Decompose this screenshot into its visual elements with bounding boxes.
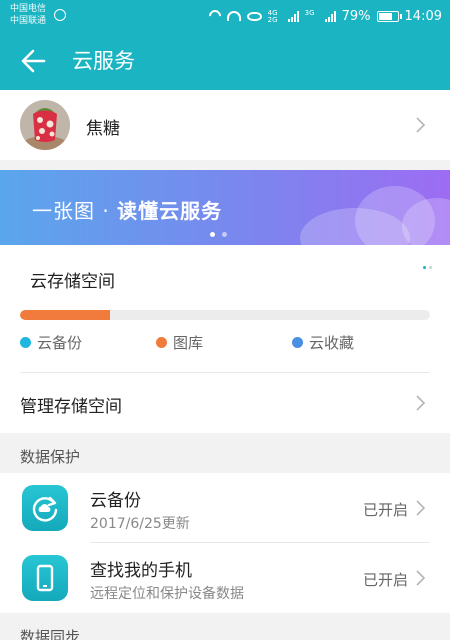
legend-dot [292,337,303,348]
avatar[interactable] [20,100,70,150]
pager-dot[interactable] [222,232,227,237]
promo-banner[interactable]: 一张图 · 读懂云服务 [0,170,450,245]
headset-icon [226,11,241,21]
storage-pager [423,266,432,269]
user-avatar-icon [20,100,70,150]
banner-pager [210,232,227,237]
hotspot-icon [206,7,224,25]
manage-storage-label: 管理存储空间 [20,397,122,417]
section-header-data-protection: 数据保护 [0,433,450,473]
storage-usage-fill [20,310,111,320]
legend-dot [156,337,167,348]
carrier-info: 中国电信 中国联通 [10,3,46,27]
manage-storage-row[interactable]: 管理存储空间 [0,372,450,433]
profile-row[interactable]: 焦糖 [0,90,450,160]
network-type-icon: 4G 2G [267,9,278,24]
network-type-2-icon: 3G [304,9,315,17]
eye-comfort-icon [246,11,262,21]
storage-title: 云存储空间 [30,272,115,292]
status-bar: 中国电信 中国联通 4G 2G 3G 79% 14:09 [0,0,450,32]
legend-dot [20,337,31,348]
legend-item-backup: 云备份 [20,332,82,353]
list-item-cloud-backup[interactable]: 云备份 2017/6/25更新 已开启 [0,473,450,543]
pager-dot[interactable] [210,232,215,237]
legend-item-favorites: 云收藏 [292,332,354,353]
battery-icon [376,10,402,22]
section-header-data-sync: 数据同步 [0,613,450,640]
service-status: 已开启 [362,571,408,589]
chevron-right-icon [412,498,428,518]
service-status: 已开启 [362,501,408,519]
app-bar: 云服务 [0,32,450,90]
profile-name: 焦糖 [86,119,120,139]
clock: 14:09 [404,8,442,24]
list-item-find-phone[interactable]: 查找我的手机 远程定位和保护设备数据 已开启 [0,543,450,613]
service-subtitle: 远程定位和保护设备数据 [90,586,244,602]
signal-1-icon [287,10,299,22]
service-list: 云备份 2017/6/25更新 已开启 查找我的手机 远程定位和保护设备数据 已… [0,473,450,613]
signal-2-icon [324,10,336,22]
carrier-1-label: 中国电信 [10,4,47,14]
storage-usage-bar [20,310,430,320]
back-button[interactable] [18,46,50,76]
carrier-2-label: 中国联通 [10,16,47,26]
storage-card: 云存储空间 云备份 图库 云收藏 管理存储空间 [0,245,450,433]
chevron-right-icon [412,568,428,588]
banner-text: 一张图 · 读懂云服务 [32,199,223,223]
service-subtitle: 2017/6/25更新 [90,516,190,532]
arrow-left-icon [21,49,46,73]
battery-percent: 79% [341,8,371,24]
page-title: 云服务 [72,49,135,73]
status-icons: 4G 2G 3G 79% 14:09 [206,7,442,25]
chevron-right-icon [412,393,428,413]
legend-item-gallery: 图库 [156,332,203,353]
service-title: 云备份 [90,491,141,511]
find-phone-icon [22,555,68,601]
service-title: 查找我的手机 [90,561,192,581]
chevron-right-icon [412,115,428,135]
cloud-backup-icon [22,485,68,531]
globe-icon [54,9,66,21]
